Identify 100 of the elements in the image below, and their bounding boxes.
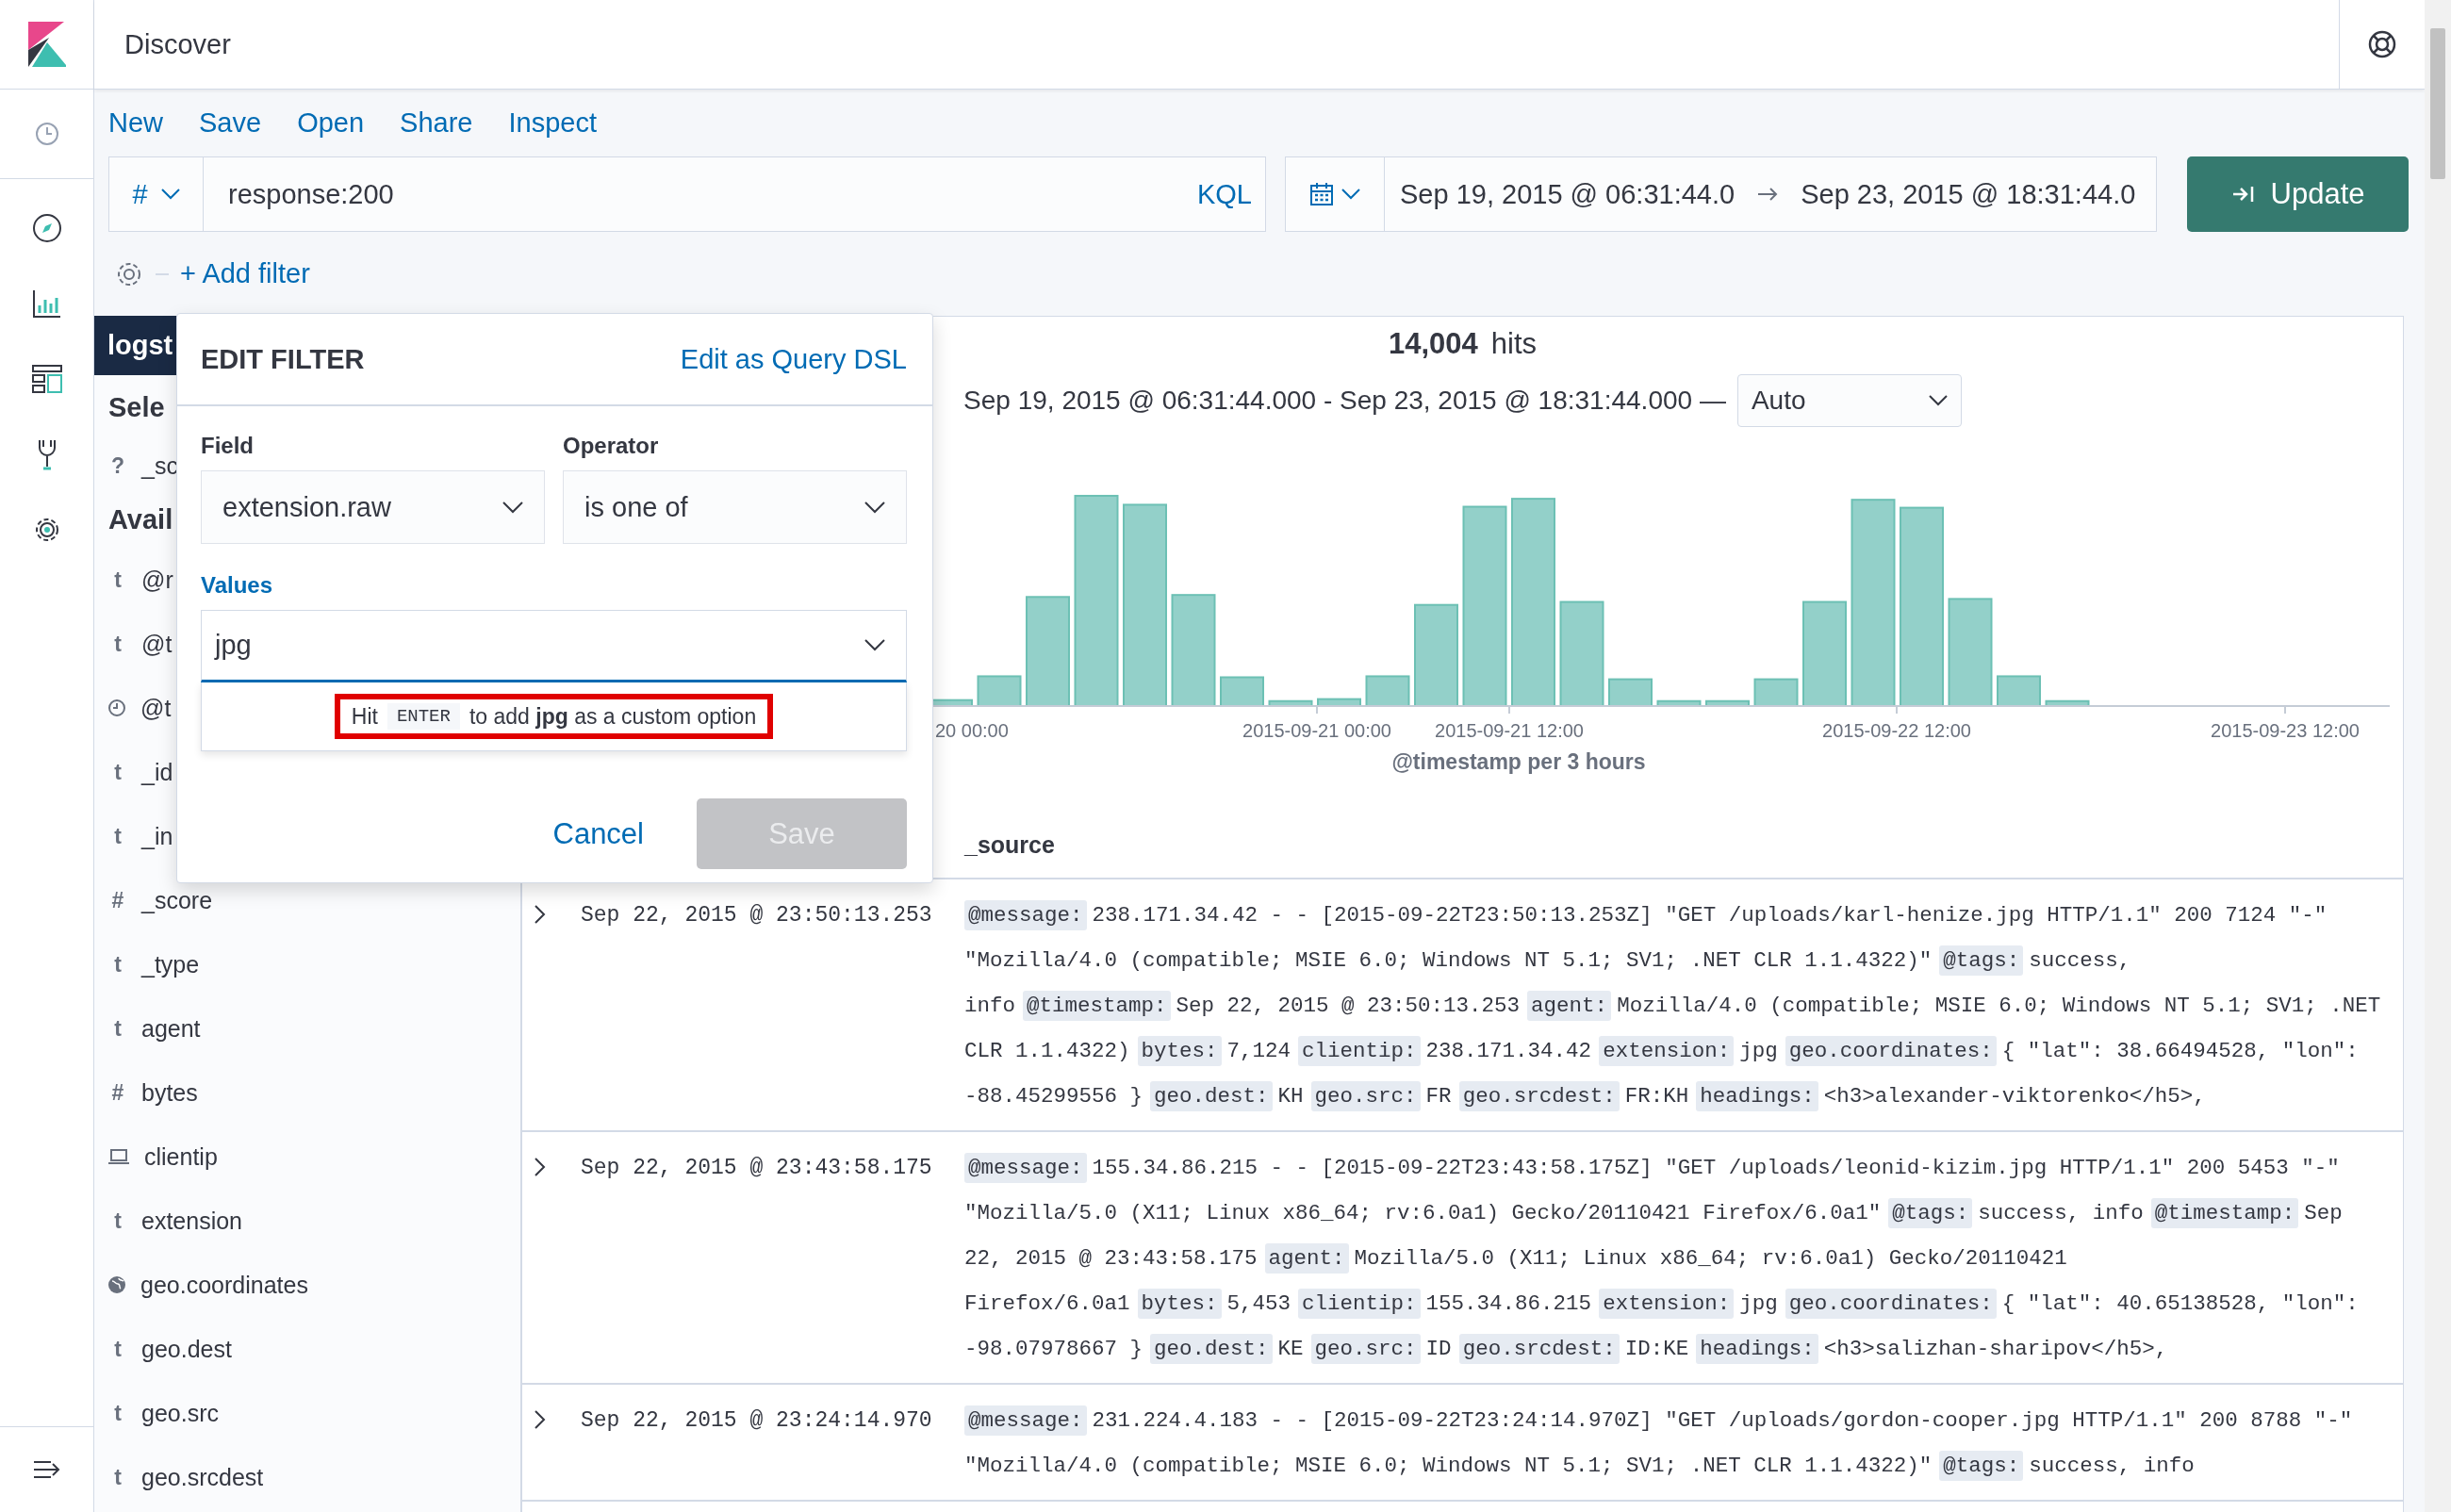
- field-name[interactable]: _score: [141, 886, 213, 914]
- axis-tick-label: 20 00:00: [935, 720, 1009, 741]
- field-name[interactable]: clientip: [144, 1142, 218, 1171]
- compass-icon[interactable]: [31, 213, 62, 243]
- histogram-bar: [1268, 699, 1313, 707]
- field-type-label: t: [113, 1464, 123, 1490]
- histogram-bar: [1656, 699, 1702, 707]
- collapse-menu-icon[interactable]: [32, 1459, 61, 1480]
- field-name[interactable]: geo.coordinates: [140, 1271, 308, 1299]
- start-date[interactable]: Sep 19, 2015 @ 06:31:44.0: [1385, 178, 1751, 210]
- chevron-down-icon: [502, 501, 523, 514]
- query-text: response:200: [227, 178, 395, 210]
- help-icon[interactable]: [2367, 29, 2397, 59]
- field-type-label: t: [113, 823, 123, 849]
- app-logo[interactable]: [27, 22, 66, 67]
- field-type-label: #: [110, 1079, 125, 1106]
- field-name[interactable]: _id: [141, 758, 173, 786]
- document-source-text: @message: 238.171.34.42 - - [2015-09-22T23:50:13.253Z] "GET /uploads/karl-henize.jpg HTTP/1.1" 200 7124 "-" "Mozilla/4.0 (compatible; MSIE 6.0; Windows NT 5.1; SV1; .NET CLR 1.1.4322)" @tags: success, info @timestamp: Sep 22, 2015 @ 23:50:13.253 agent: Mozilla/4.0 (compatible; MSIE 6.0; Windows NT 5.1; SV1; .NET CLR 1.1.4322) bytes: 7,124 clientip: 238.171.34.42 extension: jpg geo.coordinates: { "lat": 38.66494528, "lon": -88.45299556 } geo.dest: KH geo.src: FR geo.srcdest: FR:KH headings: <h3>alexander-viktorenko</h5>,: [964, 893, 2384, 1119]
- dashboard-icon[interactable]: [30, 364, 63, 394]
- calendar-icon: [1309, 182, 1334, 206]
- clock-icon[interactable]: [34, 122, 59, 146]
- document-time: Sep 22, 2015 @ 23:50:13.253: [581, 902, 933, 929]
- axis-tick-label: 2015-09-22 12:00: [1822, 720, 1971, 741]
- field-name[interactable]: _sc: [141, 452, 178, 480]
- section-heading: Sele: [107, 390, 165, 424]
- axis-tick-label: 2015-09-21 12:00: [1435, 720, 1584, 741]
- field-type-label: t: [113, 1208, 123, 1234]
- edit-query-dsl-link[interactable]: Edit as Query DSL: [680, 343, 907, 375]
- column-header[interactable]: _source: [964, 830, 1055, 859]
- values-label: Values: [201, 572, 273, 600]
- menu-link[interactable]: Open: [297, 107, 365, 139]
- field-name[interactable]: agent: [141, 1014, 201, 1043]
- field-name[interactable]: bytes: [141, 1078, 198, 1107]
- histogram-bar: [1753, 678, 1799, 707]
- field-type-label: t: [113, 759, 123, 785]
- document-source-text: @message: 231.224.4.183 - - [2015-09-22T23:24:14.970Z] "GET /uploads/gordon-cooper.jpg HTTP/1.1" 200 8788 "-" "Mozilla/4.0 (compatible; MSIE 6.0; Windows NT 5.1; SV1; .NET CLR 1.1.4322)" @tags: success, info: [964, 1398, 2384, 1488]
- field-type-label: t: [113, 1336, 123, 1362]
- field-name[interactable]: extension: [141, 1207, 243, 1235]
- index-pattern-selector[interactable]: logst: [94, 316, 179, 375]
- axis-tick-label: 2015-09-23 12:00: [2211, 720, 2360, 741]
- operator-select[interactable]: is one of: [563, 470, 907, 544]
- add-filter-link[interactable]: + Add filter: [180, 258, 310, 289]
- expand-icon[interactable]: [534, 1409, 547, 1430]
- date-picker[interactable]: Sep 19, 2015 @ 06:31:44.0 Sep 23, 2015 @ 18:31:44.0: [1285, 156, 2157, 232]
- histogram-bar: [1317, 698, 1361, 707]
- chevron-down-icon: [160, 189, 180, 200]
- popover-title: EDIT FILTER: [201, 343, 365, 375]
- values-combo-box[interactable]: jpg: [201, 610, 907, 682]
- field-name[interactable]: geo.src: [141, 1399, 219, 1427]
- histogram-bar: [1365, 675, 1410, 707]
- query-field[interactable]: # response:200 KQL: [108, 156, 1266, 232]
- histogram-bar: [1997, 675, 2041, 707]
- hits-count: 14,004: [1388, 327, 1478, 361]
- field-label: Field: [201, 433, 255, 460]
- expand-icon[interactable]: [534, 904, 547, 925]
- menu-link[interactable]: Save: [199, 107, 262, 139]
- interval-select[interactable]: Auto: [1736, 374, 1962, 427]
- operator-label: Operator: [563, 433, 660, 460]
- chart-icon[interactable]: [31, 288, 62, 319]
- field-type-label: ?: [109, 452, 126, 479]
- chevron-down-icon: [1341, 189, 1360, 200]
- end-date[interactable]: Sep 23, 2015 @ 18:31:44.0: [1785, 178, 2151, 210]
- field-type-label: t: [113, 1015, 123, 1042]
- field-type-label: t: [113, 1400, 123, 1426]
- kql-link[interactable]: KQL: [1196, 178, 1265, 210]
- field-name[interactable]: _in: [141, 822, 173, 850]
- field-type-label: t: [113, 951, 123, 978]
- histogram-bar: [1705, 699, 1750, 707]
- field-name[interactable]: @t: [141, 630, 173, 658]
- menu-link[interactable]: Share: [400, 107, 473, 139]
- menu-link[interactable]: New: [108, 107, 163, 139]
- field-name[interactable]: @t: [140, 694, 172, 722]
- field-select[interactable]: extension.raw: [201, 470, 545, 544]
- hint-text: Hit: [351, 703, 378, 730]
- globe-icon: [107, 1275, 126, 1294]
- hint-text: to add jpg as a custom option: [469, 703, 757, 730]
- update-button[interactable]: Update: [2187, 156, 2409, 232]
- laptop-icon: [107, 1148, 130, 1165]
- field-type-label: t: [113, 631, 123, 657]
- field-name[interactable]: geo.srcdest: [141, 1463, 264, 1491]
- axis-tick-label: 2015-09-21 00:00: [1242, 720, 1391, 741]
- hits-label: hits: [1490, 327, 1538, 361]
- cancel-button[interactable]: Cancel: [547, 815, 650, 852]
- field-name[interactable]: _type: [141, 950, 200, 978]
- field-name[interactable]: @r: [141, 566, 173, 594]
- chevron-down-icon: [864, 639, 885, 651]
- document-source-text: @message: 155.34.86.215 - - [2015-09-22T23:43:58.175Z] "GET /uploads/leonid-kizim.jpg HTTP/1.1" 200 5453 "-" "Mozilla/5.0 (X11; Linux x86_64; rv:6.0a1) Gecko/20110421 Firefox/6.0a1" @tags: success, info @timestamp: Sep 22, 2015 @ 23:43:58.175 agent: Mozilla/5.0 (X11; Linux x86_64; rv:6.0a1) Gecko/20110421 Firefox/6.0a1 bytes: 5,453 clientip: 155.34.86.215 extension: jpg geo.coordinates: { "lat": 40.65138528, "lon": -98.07978667 } geo.dest: KE geo.src: ID geo.srcdest: ID:KE headings: <h3>salizhan-sharipov</h5>,: [964, 1145, 2384, 1372]
- expand-icon[interactable]: [534, 1157, 547, 1177]
- clock-icon: [107, 698, 126, 717]
- document-time: Sep 22, 2015 @ 23:43:58.175: [581, 1155, 933, 1182]
- menu-link[interactable]: Inspect: [508, 107, 597, 139]
- field-name[interactable]: geo.dest: [141, 1335, 232, 1363]
- document-time: Sep 22, 2015 @ 23:24:14.970: [581, 1407, 933, 1435]
- arrow-into-bar-icon: [2230, 185, 2256, 204]
- histogram-bar: [1220, 676, 1264, 707]
- axis-title: @timestamp per 3 hours: [1391, 749, 1646, 774]
- scrollbar[interactable]: [2425, 0, 2451, 1512]
- page-title: Discover: [123, 28, 232, 60]
- enter-key: ENTER: [387, 703, 460, 730]
- section-heading: Avail: [107, 503, 173, 536]
